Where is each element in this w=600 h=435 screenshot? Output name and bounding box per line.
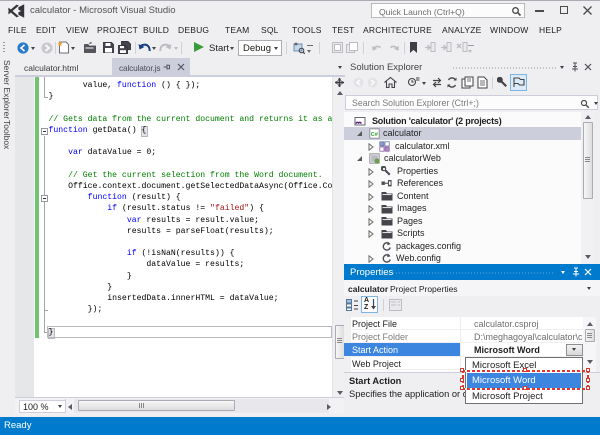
svg-text:C#: C# [371,132,379,138]
